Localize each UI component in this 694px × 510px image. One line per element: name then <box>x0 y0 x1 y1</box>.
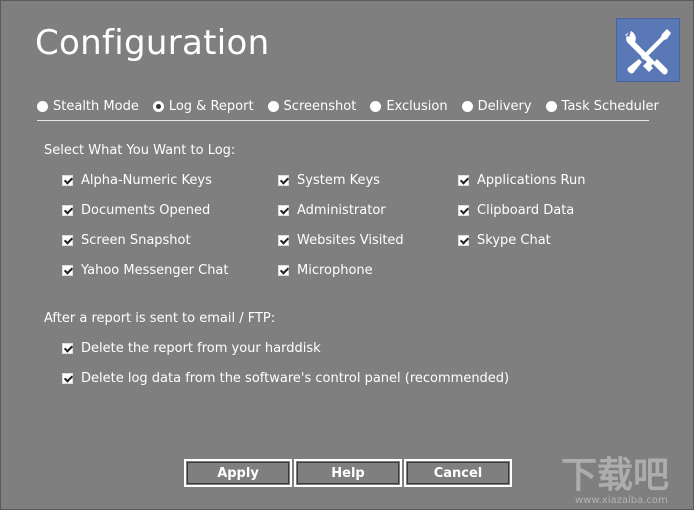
tab-label: Delivery <box>477 99 532 114</box>
report-option[interactable]: Delete the report from your harddisk <box>62 341 321 356</box>
svg-text:www.xiazaiba.com: www.xiazaiba.com <box>575 495 668 506</box>
log-option-label: System Keys <box>297 173 380 188</box>
checkbox[interactable] <box>458 235 469 246</box>
configuration-window: Configuration Stealth Mode Log & Report Sc… <box>0 0 694 510</box>
log-option[interactable]: Clipboard Data <box>458 203 574 218</box>
report-option-label: Delete the report from your harddisk <box>81 341 321 356</box>
log-option[interactable]: Administrator <box>278 203 386 218</box>
window-title: Configuration <box>35 23 270 63</box>
log-option-label: Yahoo Messenger Chat <box>81 263 229 278</box>
checkbox[interactable] <box>62 373 73 384</box>
help-button[interactable]: Help <box>294 459 402 487</box>
log-option-label: Screen Snapshot <box>81 233 191 248</box>
log-option[interactable]: Websites Visited <box>278 233 404 248</box>
checkbox[interactable] <box>278 175 289 186</box>
checkbox[interactable] <box>458 175 469 186</box>
log-option[interactable]: Skype Chat <box>458 233 551 248</box>
svg-text:下载吧: 下载吧 <box>561 455 669 496</box>
tab-label: Exclusion <box>386 99 448 114</box>
log-option-label: Applications Run <box>477 173 586 188</box>
log-option[interactable]: Yahoo Messenger Chat <box>62 263 229 278</box>
log-option-label: Documents Opened <box>81 203 211 218</box>
log-option[interactable]: Screen Snapshot <box>62 233 191 248</box>
radio-button[interactable] <box>152 101 164 112</box>
report-section-heading: After a report is sent to email / FTP: <box>44 311 276 326</box>
tab-log-and-report[interactable]: Log & Report <box>152 99 254 120</box>
log-option[interactable]: Documents Opened <box>62 203 210 218</box>
tab-task-scheduler[interactable]: Task Scheduler <box>545 99 659 120</box>
tab-exclusion[interactable]: Exclusion <box>370 99 448 120</box>
checkbox[interactable] <box>62 205 73 216</box>
config-tabs: Stealth Mode Log & Report Screenshot Exclus… <box>37 99 659 121</box>
tab-label: Log & Report <box>168 99 254 114</box>
radio-button[interactable] <box>545 101 557 112</box>
tab-label: Task Scheduler <box>561 99 659 114</box>
report-option[interactable]: Delete log data from the software's cont… <box>62 371 509 386</box>
radio-button[interactable] <box>461 101 473 112</box>
log-option-label: Alpha-Numeric Keys <box>81 173 212 188</box>
cancel-button[interactable]: Cancel <box>404 459 512 487</box>
radio-button[interactable] <box>267 101 279 112</box>
radio-button[interactable] <box>37 101 48 112</box>
log-option-label: Websites Visited <box>297 233 404 248</box>
checkbox[interactable] <box>62 175 73 186</box>
checkbox[interactable] <box>278 235 289 246</box>
tab-stealth-mode[interactable]: Stealth Mode <box>37 99 139 120</box>
log-option-label: Microphone <box>297 263 373 278</box>
checkbox[interactable] <box>458 205 469 216</box>
apply-button[interactable]: Apply <box>184 459 292 487</box>
watermark-logo: 下载吧 www.xiazaiba.com <box>557 449 689 507</box>
radio-button[interactable] <box>370 101 382 112</box>
log-option-label: Administrator <box>297 203 386 218</box>
checkbox[interactable] <box>278 265 289 276</box>
tab-label: Stealth Mode <box>53 99 139 114</box>
checkbox[interactable] <box>62 265 73 276</box>
log-option-label: Clipboard Data <box>477 203 575 218</box>
tab-label: Screenshot <box>283 99 357 114</box>
log-section-heading: Select What You Want to Log: <box>44 143 236 158</box>
tab-delivery[interactable]: Delivery <box>461 99 532 120</box>
log-option[interactable]: Microphone <box>278 263 373 278</box>
log-option[interactable]: Alpha-Numeric Keys <box>62 173 212 188</box>
log-option-label: Skype Chat <box>477 233 551 248</box>
checkbox[interactable] <box>62 235 73 246</box>
log-option[interactable]: Applications Run <box>458 173 585 188</box>
report-option-label: Delete log data from the software's cont… <box>81 371 510 386</box>
log-option[interactable]: System Keys <box>278 173 380 188</box>
tab-screenshot[interactable]: Screenshot <box>267 99 357 120</box>
tools-icon <box>616 18 680 82</box>
checkbox[interactable] <box>278 205 289 216</box>
checkbox[interactable] <box>62 343 73 354</box>
